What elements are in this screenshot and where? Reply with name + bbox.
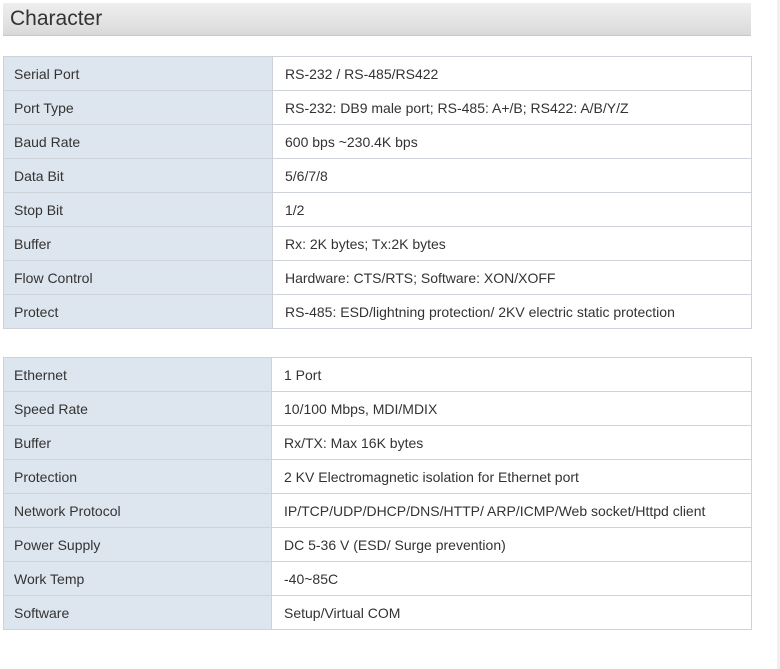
ethernet-spec-table: Ethernet 1 Port Speed Rate 10/100 Mbps, … bbox=[3, 357, 752, 630]
spec-label: Buffer bbox=[3, 226, 273, 261]
spec-label: Work Temp bbox=[3, 561, 272, 596]
table-row: Power Supply DC 5-36 V (ESD/ Surge preve… bbox=[3, 527, 752, 562]
spec-value: IP/TCP/UDP/DHCP/DNS/HTTP/ ARP/ICMP/Web s… bbox=[271, 493, 752, 528]
spec-value: DC 5-36 V (ESD/ Surge prevention) bbox=[271, 527, 752, 562]
spec-label: Protect bbox=[3, 294, 273, 329]
spec-label: Data Bit bbox=[3, 158, 273, 193]
spec-label: Software bbox=[3, 595, 272, 630]
spec-value: Hardware: CTS/RTS; Software: XON/XOFF bbox=[272, 260, 752, 295]
spec-value: 1 Port bbox=[271, 357, 752, 392]
spec-value: 1/2 bbox=[272, 192, 752, 227]
section-title: Character bbox=[10, 7, 103, 30]
spec-label: Serial Port bbox=[3, 56, 273, 91]
spec-label: Baud Rate bbox=[3, 124, 273, 159]
spec-value: Setup/Virtual COM bbox=[271, 595, 752, 630]
spec-value: RS-232 / RS-485/RS422 bbox=[272, 56, 752, 91]
spec-label: Stop Bit bbox=[3, 192, 273, 227]
table-row: Data Bit 5/6/7/8 bbox=[3, 158, 752, 193]
serial-spec-table: Serial Port RS-232 / RS-485/RS422 Port T… bbox=[3, 56, 752, 329]
spec-value: 2 KV Electromagnetic isolation for Ether… bbox=[271, 459, 752, 494]
spec-value: -40~85C bbox=[271, 561, 752, 596]
spec-value: 10/100 Mbps, MDI/MDIX bbox=[271, 391, 752, 426]
spec-value: Rx/TX: Max 16K bytes bbox=[271, 425, 752, 460]
spec-value: Rx: 2K bytes; Tx:2K bytes bbox=[272, 226, 752, 261]
spec-label: Port Type bbox=[3, 90, 273, 125]
spec-label: Ethernet bbox=[3, 357, 272, 392]
table-row: Speed Rate 10/100 Mbps, MDI/MDIX bbox=[3, 391, 752, 426]
table-row: Ethernet 1 Port bbox=[3, 357, 752, 392]
spec-value: RS-232: DB9 male port; RS-485: A+/B; RS4… bbox=[272, 90, 752, 125]
spec-label: Network Protocol bbox=[3, 493, 272, 528]
spec-label: Flow Control bbox=[3, 260, 273, 295]
table-row: Serial Port RS-232 / RS-485/RS422 bbox=[3, 56, 752, 91]
spec-value: 600 bps ~230.4K bps bbox=[272, 124, 752, 159]
table-row: Software Setup/Virtual COM bbox=[3, 595, 752, 630]
spec-value: RS-485: ESD/lightning protection/ 2KV el… bbox=[272, 294, 752, 329]
table-row: Protection 2 KV Electromagnetic isolatio… bbox=[3, 459, 752, 494]
section-header: Character bbox=[3, 3, 751, 36]
table-row: Network Protocol IP/TCP/UDP/DHCP/DNS/HTT… bbox=[3, 493, 752, 528]
table-row: Stop Bit 1/2 bbox=[3, 192, 752, 227]
spec-label: Buffer bbox=[3, 425, 272, 460]
table-row: Port Type RS-232: DB9 male port; RS-485:… bbox=[3, 90, 752, 125]
table-row: Baud Rate 600 bps ~230.4K bps bbox=[3, 124, 752, 159]
table-row: Protect RS-485: ESD/lightning protection… bbox=[3, 294, 752, 329]
spec-value: 5/6/7/8 bbox=[272, 158, 752, 193]
spec-label: Power Supply bbox=[3, 527, 272, 562]
table-row: Buffer Rx/TX: Max 16K bytes bbox=[3, 425, 752, 460]
table-row: Flow Control Hardware: CTS/RTS; Software… bbox=[3, 260, 752, 295]
spec-label: Protection bbox=[3, 459, 272, 494]
table-row: Buffer Rx: 2K bytes; Tx:2K bytes bbox=[3, 226, 752, 261]
spec-label: Speed Rate bbox=[3, 391, 272, 426]
table-row: Work Temp -40~85C bbox=[3, 561, 752, 596]
